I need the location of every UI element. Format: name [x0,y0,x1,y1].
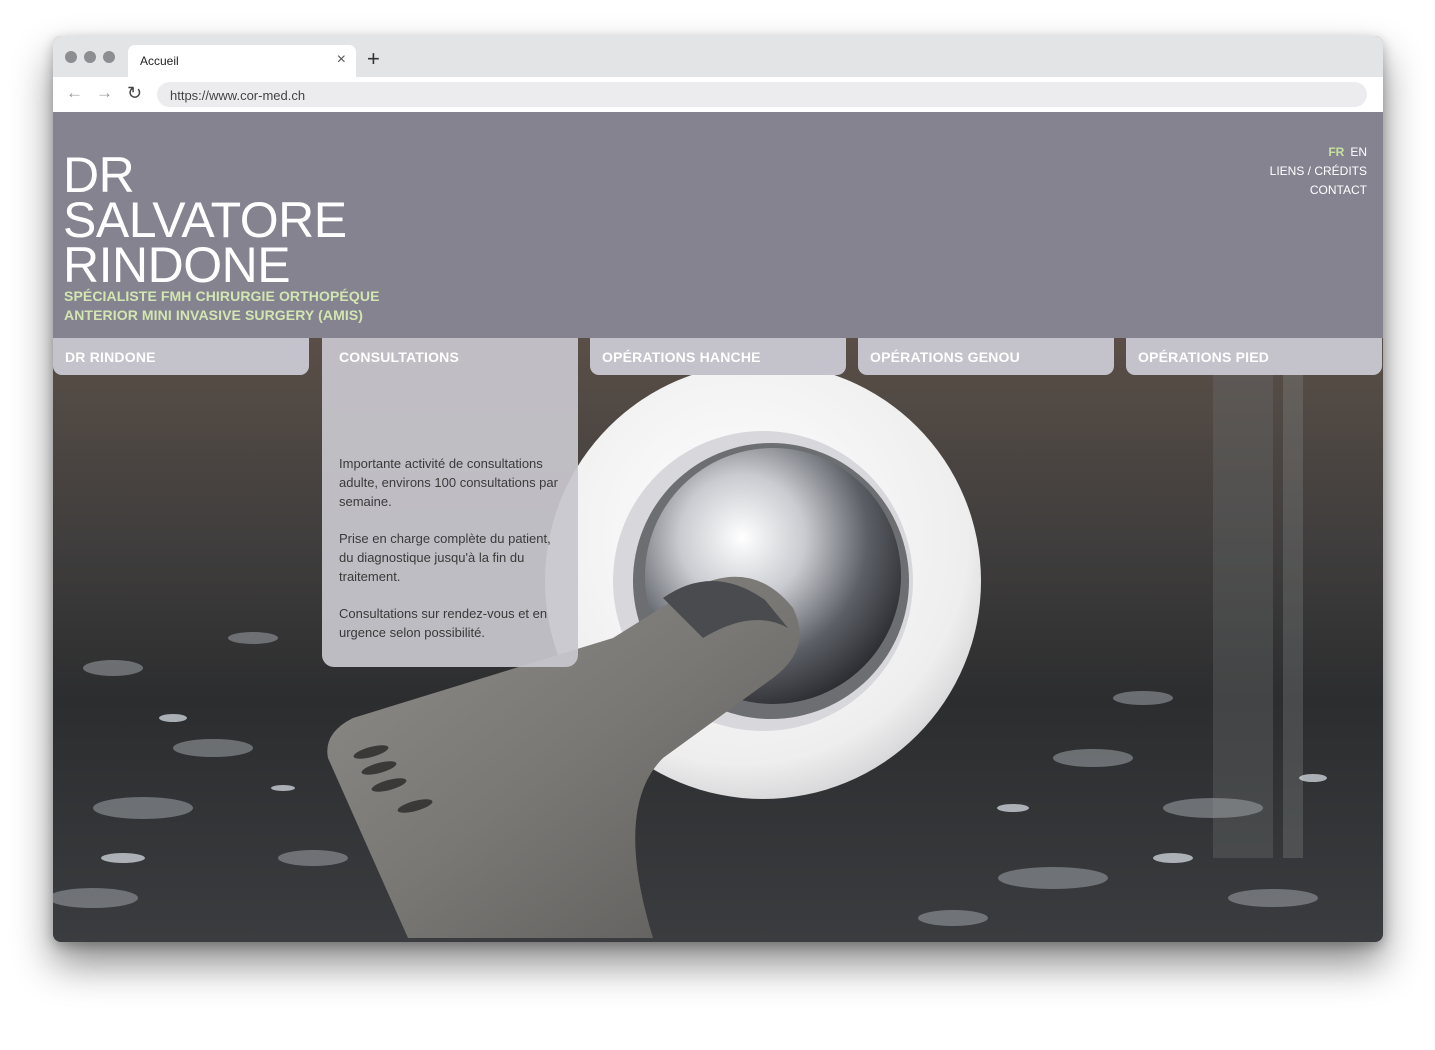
consultations-paragraph-2: Prise en charge complète du patient, du … [339,531,551,584]
browser-chrome: Accueil × + ← → ↻ https://www.cor-med.ch [53,36,1383,112]
minimize-window-dot[interactable] [84,51,96,63]
site-title-line-3[interactable]: RINDONE [63,240,291,290]
menu-item-operations-hanche[interactable]: OPÉRATIONS HANCHE [590,338,846,375]
close-window-dot[interactable] [65,51,77,63]
browser-window: Accueil × + ← → ↻ https://www.cor-med.ch… [53,36,1383,942]
menu-label-consultations: CONSULTATIONS [339,349,460,365]
lang-en-link[interactable]: EN [1350,145,1367,159]
contact-link[interactable]: CONTACT [1270,181,1367,200]
menu-item-operations-pied[interactable]: OPÉRATIONS PIED [1126,338,1382,375]
hip-prosthesis-image [53,338,1383,942]
browser-toolbar: ← → ↻ https://www.cor-med.ch [53,77,1383,112]
consultations-paragraph-1: Importante activité de consultations adu… [339,456,558,509]
site-header: DR SALVATORE RINDONE SPÉCIALISTE FMH CHI… [53,112,1383,338]
address-bar[interactable]: https://www.cor-med.ch [157,82,1367,107]
new-tab-icon[interactable]: + [367,47,380,71]
top-navigation: FR EN LIENS / CRÉDITS CONTACT [1270,143,1367,200]
window-controls [65,51,115,63]
close-tab-icon[interactable]: × [337,51,346,69]
back-arrow-icon[interactable]: ← [66,83,83,103]
consultations-paragraph-3: Consultations sur rendez-vous et en urge… [339,606,548,640]
maximize-window-dot[interactable] [103,51,115,63]
web-page: DR SALVATORE RINDONE SPÉCIALISTE FMH CHI… [53,112,1383,942]
lang-fr-link[interactable]: FR [1328,145,1344,159]
menu-label-operations-pied: OPÉRATIONS PIED [1138,349,1270,365]
reload-icon[interactable]: ↻ [127,83,142,103]
url-text: https://www.cor-med.ch [170,88,306,103]
tab-title: Accueil [140,54,179,68]
browser-tab[interactable]: Accueil × [128,45,356,77]
specialty-subtitle: SPÉCIALISTE FMH CHIRURGIE ORTHOPÉQUE [64,288,380,304]
menu-item-consultations[interactable]: CONSULTATIONS Importante activité de con… [322,338,578,667]
menu-label-operations-genou: OPÉRATIONS GENOU [870,349,1020,365]
menu-label-dr-rindone: DR RINDONE [65,349,156,365]
forward-arrow-icon[interactable]: → [96,83,113,103]
menu-item-operations-genou[interactable]: OPÉRATIONS GENOU [858,338,1114,375]
menu-label-operations-hanche: OPÉRATIONS HANCHE [602,349,761,365]
hero-photo-illustration [53,338,1383,938]
amis-subtitle: ANTERIOR MINI INVASIVE SURGERY (AMIS) [64,307,364,323]
links-credits-link[interactable]: LIENS / CRÉDITS [1270,162,1367,181]
menu-item-dr-rindone[interactable]: DR RINDONE [53,338,309,375]
language-switcher: FR EN [1270,143,1367,162]
